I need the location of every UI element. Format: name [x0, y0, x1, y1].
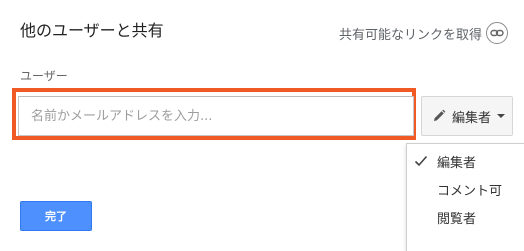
- permission-selected-label: 編集者: [452, 110, 492, 126]
- dialog-title: 他のユーザーと共有: [20, 21, 164, 40]
- menu-item-commenter[interactable]: コメント可: [407, 175, 524, 203]
- name-or-email-input[interactable]: [18, 96, 414, 136]
- menu-item-label: 編集者: [437, 155, 477, 171]
- done-button[interactable]: 完了: [20, 201, 92, 231]
- users-label: ユーザー: [20, 69, 68, 83]
- get-shareable-link[interactable]: 共有可能なリンクを取得: [339, 22, 508, 44]
- pencil-icon: [432, 109, 446, 123]
- menu-item-editor[interactable]: 編集者: [407, 147, 524, 175]
- menu-item-viewer[interactable]: 閲覧者: [407, 203, 524, 231]
- checkmark-icon: [413, 153, 429, 169]
- menu-item-label: 閲覧者: [437, 211, 477, 227]
- chevron-down-icon: [497, 114, 506, 118]
- menu-item-label: コメント可: [437, 183, 503, 199]
- share-link-label: 共有可能なリンクを取得: [338, 27, 482, 43]
- link-icon[interactable]: [486, 22, 508, 44]
- permission-dropdown-button[interactable]: 編集者: [421, 96, 513, 136]
- permission-menu: 編集者 コメント可 閲覧者: [406, 143, 524, 251]
